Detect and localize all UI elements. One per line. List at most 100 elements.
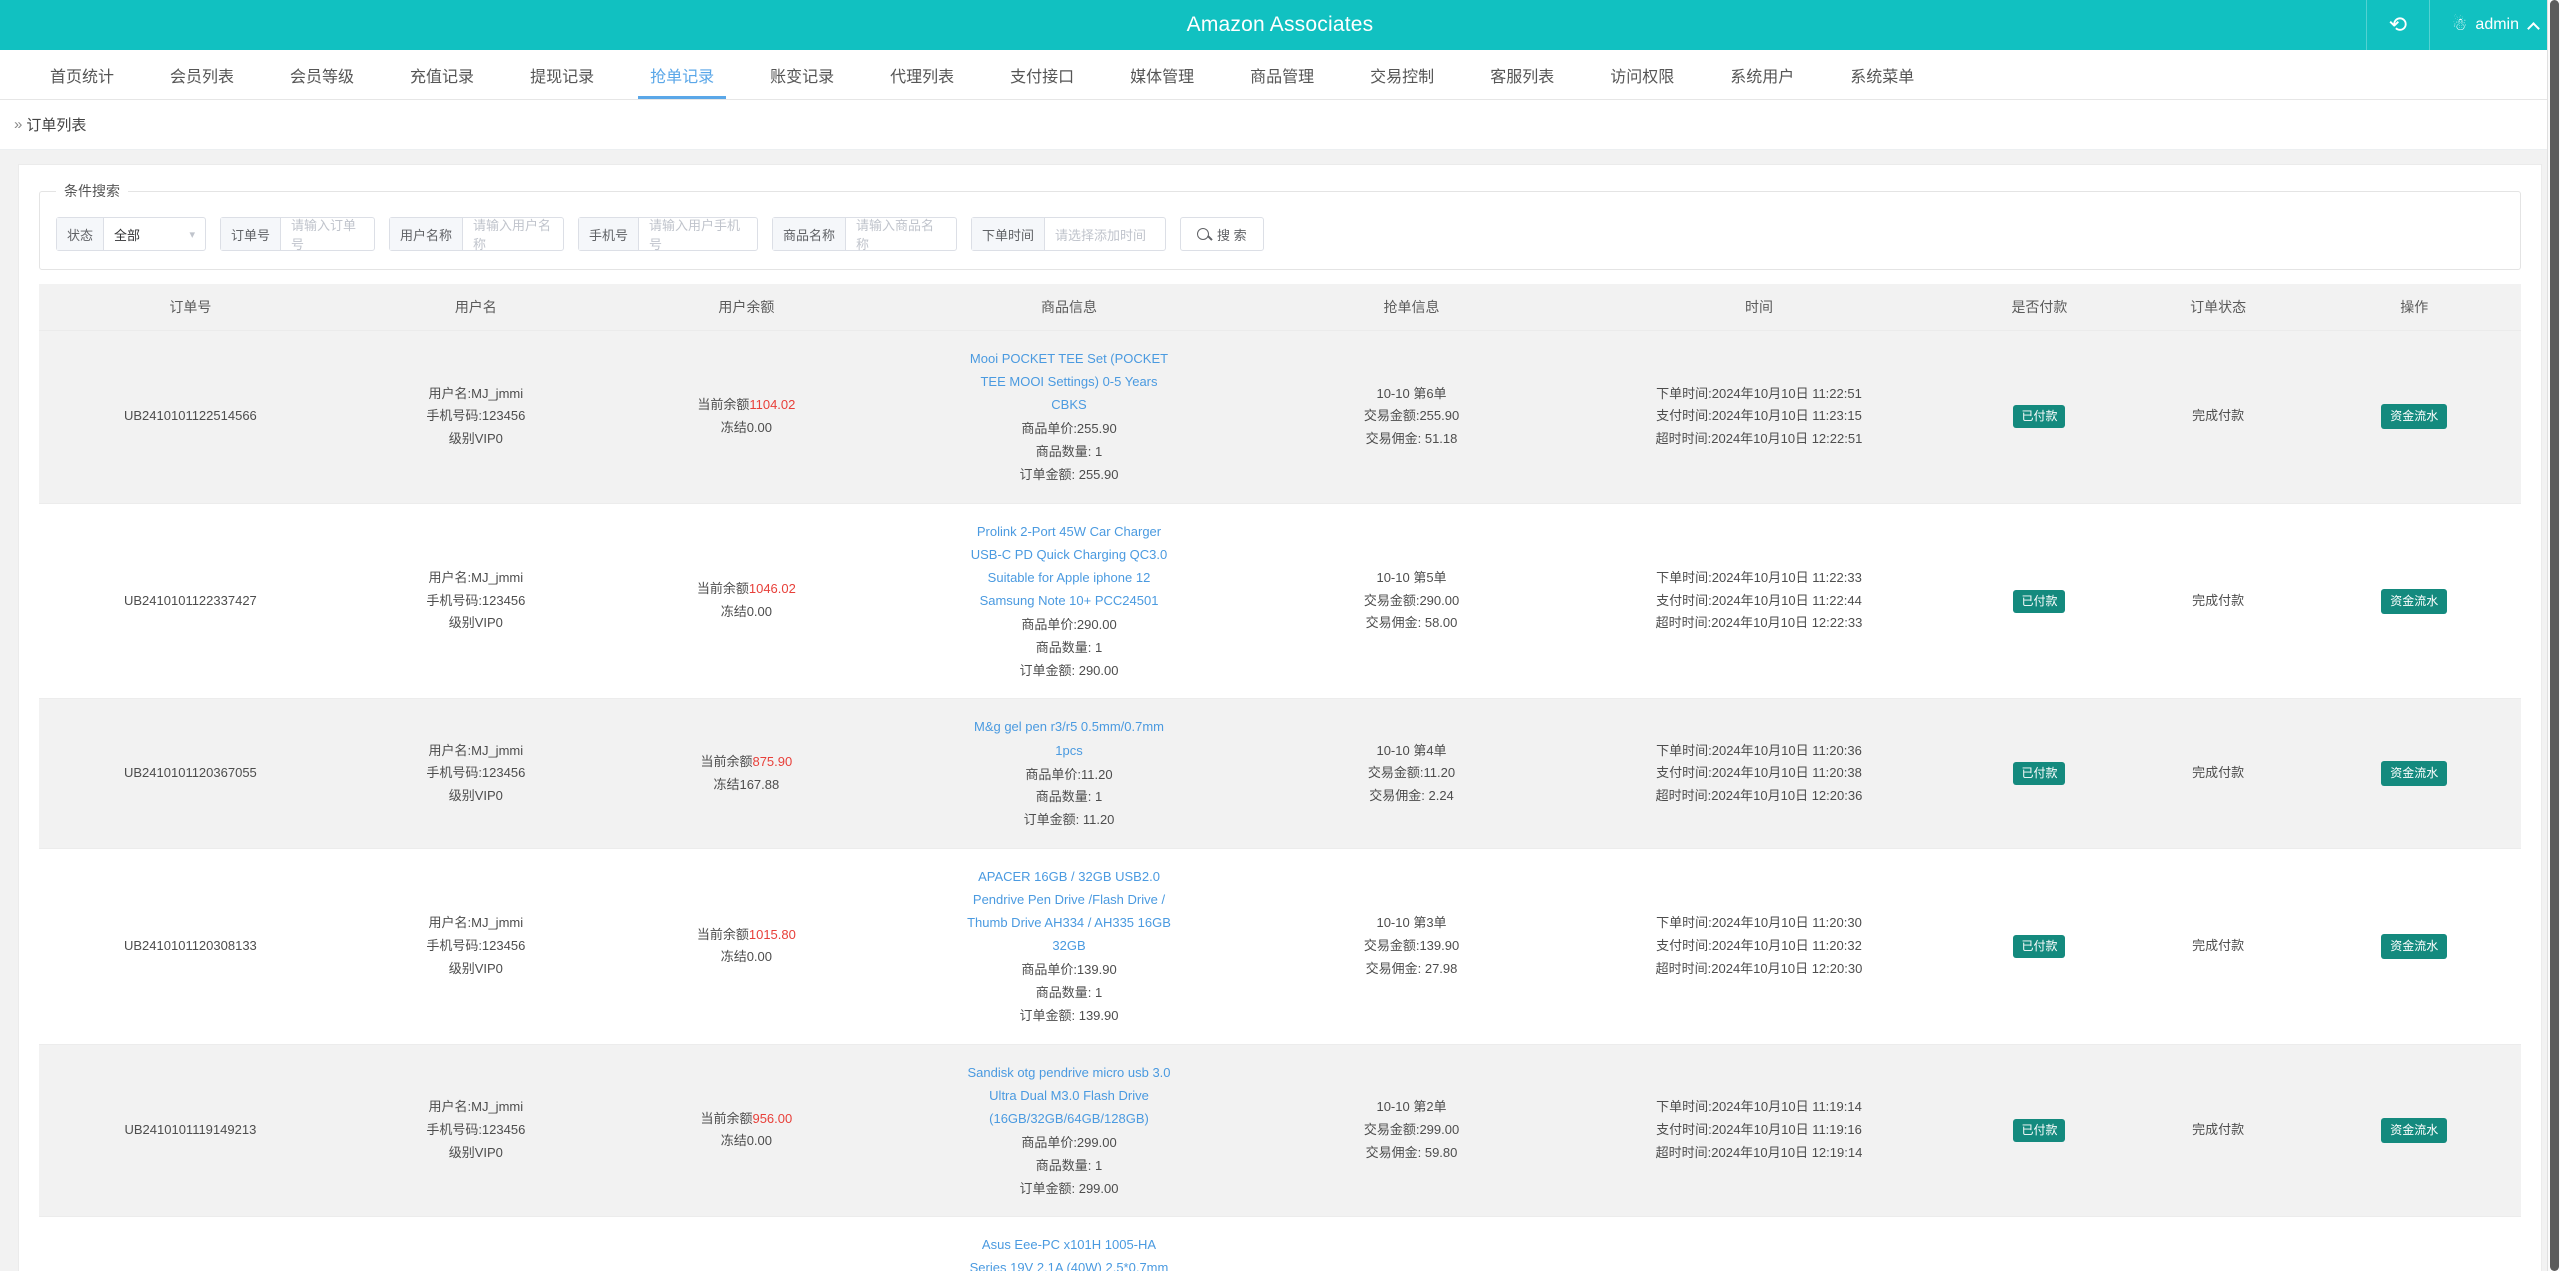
page-scrollbar[interactable] bbox=[2547, 0, 2560, 1271]
search-button[interactable]: 搜 索 bbox=[1180, 217, 1264, 251]
scrollbar-thumb[interactable] bbox=[2550, 0, 2559, 1271]
time-order-text: 下单时间:2024年10月10日 11:20:36 bbox=[1656, 742, 1862, 758]
table-row: UB2410101120308133 用户名:MJ_jmmi 手机号码:123456… bbox=[39, 848, 2521, 1045]
goods-title-link[interactable]: Prolink 2-Port 45W Car Charger USB-C PD … bbox=[967, 520, 1172, 613]
user-level-text: 级别VIP0 bbox=[448, 431, 503, 447]
nav-item-10[interactable]: 商品管理 bbox=[1222, 50, 1342, 99]
fund-flow-button[interactable]: 资金流水 bbox=[2381, 404, 2448, 430]
nav-item-11[interactable]: 交易控制 bbox=[1342, 50, 1462, 99]
balance-value: 956.00 bbox=[752, 1110, 793, 1126]
goods-name-input[interactable]: 请输入商品名称 bbox=[846, 218, 956, 252]
orders-table-wrapper: 订单号 用户名 用户余额 商品信息 抢单信息 时间 是否付款 订单状态 操作 UB2410101… bbox=[39, 284, 2521, 1271]
balance-value: 1046.02 bbox=[748, 581, 796, 597]
goods-name-field[interactable]: 商品名称 请输入商品名称 bbox=[772, 217, 957, 252]
nav-item-12[interactable]: 客服列表 bbox=[1462, 50, 1582, 99]
username-input[interactable]: 请输入用户名称 bbox=[463, 218, 563, 252]
time-order-text: 下单时间:2024年10月10日 11:19:14 bbox=[1656, 1099, 1862, 1115]
nav-item-13[interactable]: 访问权限 bbox=[1582, 50, 1702, 99]
cell-time-info: 下单时间:2024年10月10日 11:20:30 支付时间:2024年10月10… bbox=[1567, 848, 1951, 1045]
order-no-text: UB2410101120367055 bbox=[124, 765, 257, 781]
user-level-text: 级别VIP0 bbox=[448, 1144, 503, 1160]
nav-item-14[interactable]: 系统用户 bbox=[1702, 50, 1822, 99]
user-phone-text: 手机号码:123456 bbox=[426, 1122, 526, 1138]
search-button-label: 搜 索 bbox=[1217, 227, 1247, 243]
goods-title-link[interactable]: Mooi POCKET TEE Set (POCKET TEE MOOI Set… bbox=[967, 347, 1172, 416]
user-name-text: 用户名:MJ_jmmi bbox=[428, 1099, 524, 1115]
fund-flow-button[interactable]: 资金流水 bbox=[2381, 933, 2448, 959]
time-pay-text: 支付时间:2024年10月10日 11:20:38 bbox=[1656, 765, 1862, 781]
nav-item-1[interactable]: 会员列表 bbox=[142, 50, 262, 99]
nav-item-label: 媒体管理 bbox=[1130, 68, 1195, 86]
order-no-text: UB2410101122337427 bbox=[124, 592, 257, 608]
status-select[interactable]: 状态 全部 ▾ bbox=[56, 217, 206, 251]
cell-paid: 已付款 bbox=[1950, 503, 2129, 700]
cell-paid: 已付款 bbox=[1950, 698, 2129, 849]
user-name-text: 用户名:MJ_jmmi bbox=[428, 385, 524, 401]
nav-item-8[interactable]: 支付接口 bbox=[982, 50, 1102, 99]
goods-title-link[interactable]: M&g gel pen r3/r5 0.5mm/0.7mm 1pcs bbox=[967, 715, 1172, 761]
goods-title-link[interactable]: APACER 16GB / 32GB USB2.0 Pendrive Pen D… bbox=[967, 865, 1172, 958]
grab-amount-text: 交易金额:255.90 bbox=[1363, 408, 1460, 424]
phone-field[interactable]: 手机号 请输入用户手机号 bbox=[578, 217, 758, 252]
nav-item-label: 会员等级 bbox=[290, 68, 355, 86]
username-label: 用户名称 bbox=[390, 218, 464, 250]
goods-title-link[interactable]: Asus Eee-PC x101H 1005-HA Series 19V 2.1… bbox=[967, 1233, 1172, 1271]
balance-line: 当前余额1104.02 bbox=[618, 394, 875, 417]
order-time-field[interactable]: 下单时间 请选择添加时间 bbox=[971, 217, 1166, 251]
goods-title-link[interactable]: Sandisk otg pendrive micro usb 3.0 Ultra… bbox=[967, 1061, 1172, 1130]
order-time-label: 下单时间 bbox=[972, 218, 1046, 250]
grab-amount-text: 交易金额:299.00 bbox=[1363, 1122, 1460, 1138]
nav-item-9[interactable]: 媒体管理 bbox=[1102, 50, 1222, 99]
order-time-input[interactable]: 请选择添加时间 bbox=[1045, 218, 1156, 250]
nav-item-4[interactable]: 提现记录 bbox=[502, 50, 622, 99]
cell-balance: 当前余额1046.02 冻结0.00 bbox=[609, 503, 883, 700]
order-no-text: UB2410101122514566 bbox=[124, 408, 257, 424]
cell-action: 资金流水 bbox=[2307, 330, 2521, 504]
table-row: UB2410101113013617用户名:MJ_jmmi手机号码:123456… bbox=[39, 1216, 2521, 1271]
nav-item-2[interactable]: 会员等级 bbox=[262, 50, 382, 99]
cell-balance: 当前余额1104.02 冻结0.00 bbox=[609, 330, 883, 504]
user-phone-text: 手机号码:123456 bbox=[426, 408, 526, 424]
user-level-text: 级别VIP0 bbox=[448, 960, 503, 976]
cell-grab-info: 10-10 第6单 交易金额:255.90 交易佣金: 51.18 bbox=[1255, 330, 1568, 504]
refresh-icon: ⟳ bbox=[2388, 12, 2408, 37]
time-pay-text: 支付时间:2024年10月10日 11:22:44 bbox=[1656, 592, 1862, 608]
fund-flow-button[interactable]: 资金流水 bbox=[2381, 761, 2448, 787]
nav-item-label: 首页统计 bbox=[50, 68, 115, 86]
nav-item-0[interactable]: 首页统计 bbox=[22, 50, 142, 99]
username-field[interactable]: 用户名称 请输入用户名称 bbox=[389, 217, 564, 252]
paid-badge: 已付款 bbox=[2013, 762, 2066, 786]
column-header: 抢单信息 bbox=[1255, 284, 1568, 331]
goods-qty-text: 商品数量: 1 bbox=[1035, 1157, 1103, 1173]
user-menu-button[interactable]: ☃ admin bbox=[2429, 0, 2560, 50]
time-pay-text: 支付时间:2024年10月10日 11:20:32 bbox=[1656, 937, 1862, 953]
nav-item-5[interactable]: 抢单记录 bbox=[622, 50, 742, 99]
order-status-text: 完成付款 bbox=[2192, 1122, 2245, 1138]
cell-order-no: UB2410101119149213 bbox=[39, 1044, 342, 1218]
fund-flow-button[interactable]: 资金流水 bbox=[2381, 1117, 2448, 1143]
nav-item-label: 客服列表 bbox=[1490, 68, 1555, 86]
cell-user-info: 用户名:MJ_jmmi 手机号码:123456 级别VIP0 bbox=[341, 848, 610, 1045]
nav-item-6[interactable]: 账变记录 bbox=[742, 50, 862, 99]
goods-price-text: 商品单价:11.20 bbox=[1025, 766, 1113, 782]
refresh-button[interactable]: ⟳ bbox=[2365, 0, 2429, 50]
phone-input[interactable]: 请输入用户手机号 bbox=[639, 218, 757, 252]
nav-item-3[interactable]: 充值记录 bbox=[382, 50, 502, 99]
nav-item-label: 充值记录 bbox=[410, 68, 475, 86]
search-row: 状态 全部 ▾ 订单号 请输入订单号 用户名称 请输入用户名称 手机号 请输入用… bbox=[56, 217, 2504, 252]
fund-flow-button[interactable]: 资金流水 bbox=[2381, 588, 2448, 614]
goods-amount-text: 订单金额: 255.90 bbox=[1019, 466, 1119, 482]
nav-item-15[interactable]: 系统菜单 bbox=[1822, 50, 1942, 99]
paid-badge: 已付款 bbox=[2013, 405, 2066, 429]
search-filters: 条件搜索 状态 全部 ▾ 订单号 请输入订单号 用户名称 请输入用户名称 手机号 bbox=[39, 181, 2521, 270]
order-no-input[interactable]: 请输入订单号 bbox=[281, 218, 374, 252]
column-header: 是否付款 bbox=[1950, 284, 2129, 331]
cell-time-info: 下单时间:2024年10月10日 11:19:14 支付时间:2024年10月10… bbox=[1567, 1044, 1951, 1218]
cell-paid: 已付款 bbox=[1950, 330, 2129, 504]
app-header: Amazon Associates ⟳ ☃ admin bbox=[0, 0, 2560, 50]
nav-item-label: 访问权限 bbox=[1610, 68, 1675, 86]
balance-value: 875.90 bbox=[752, 753, 793, 769]
nav-item-7[interactable]: 代理列表 bbox=[862, 50, 982, 99]
order-no-field[interactable]: 订单号 请输入订单号 bbox=[220, 217, 375, 252]
order-status-text: 完成付款 bbox=[2192, 765, 2245, 781]
